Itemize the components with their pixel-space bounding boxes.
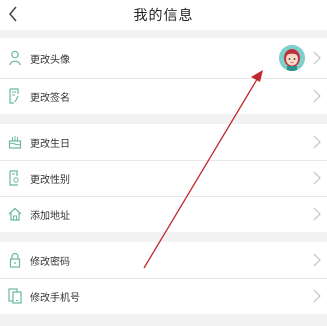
chevron-left-icon <box>9 6 17 22</box>
change-signature-label: 更改签名 <box>30 92 70 104</box>
settings-group-profile: 更改头像 更改签名 <box>0 38 327 114</box>
chevron-right-icon <box>313 253 321 267</box>
back-button[interactable] <box>4 3 22 25</box>
gender-icon <box>8 170 22 186</box>
cake-icon <box>8 134 22 150</box>
change-password-label: 修改密码 <box>30 256 70 268</box>
change-phone-row[interactable]: 修改手机号 <box>0 278 327 314</box>
chevron-right-icon <box>313 135 321 149</box>
settings-group-security: 修改密码 修改手机号 <box>0 242 327 314</box>
change-gender-label: 更改性别 <box>30 174 70 186</box>
lock-icon <box>8 252 22 268</box>
settings-group-personal: 更改生日 更改性别 添加地址 <box>0 124 327 232</box>
change-avatar-row[interactable]: 更改头像 <box>0 38 327 78</box>
chevron-right-icon <box>313 89 321 103</box>
add-address-label: 添加地址 <box>30 210 70 222</box>
change-gender-row[interactable]: 更改性别 <box>0 160 327 196</box>
chevron-right-icon <box>313 51 321 65</box>
avatar[interactable] <box>279 45 305 71</box>
phone-icon <box>8 288 22 304</box>
change-birthday-row[interactable]: 更改生日 <box>0 124 327 160</box>
page-title: 我的信息 <box>133 8 194 24</box>
chevron-right-icon <box>313 289 321 303</box>
chevron-right-icon <box>313 171 321 185</box>
top-bar: 我的信息 <box>0 0 327 30</box>
person-icon <box>8 50 22 66</box>
change-birthday-label: 更改生日 <box>30 138 70 150</box>
add-address-row[interactable]: 添加地址 <box>0 196 327 232</box>
change-password-row[interactable]: 修改密码 <box>0 242 327 278</box>
change-phone-label: 修改手机号 <box>30 292 80 304</box>
chevron-right-icon <box>313 207 321 221</box>
change-signature-row[interactable]: 更改签名 <box>0 78 327 114</box>
change-avatar-label: 更改头像 <box>30 54 70 66</box>
home-icon <box>8 206 22 222</box>
edit-document-icon <box>8 88 22 104</box>
